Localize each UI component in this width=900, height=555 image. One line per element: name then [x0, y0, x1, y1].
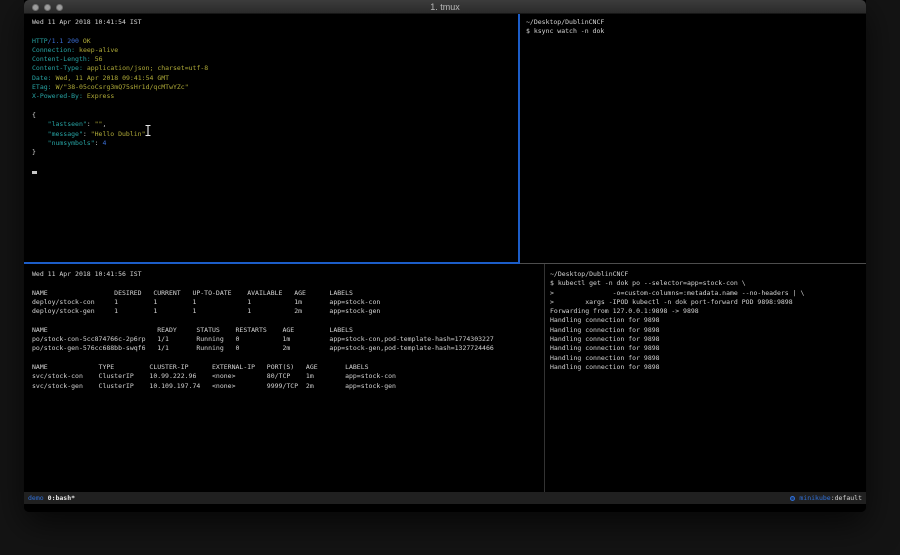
header-value: Wed, 11 Apr 2018 09:41:54 GMT: [56, 74, 170, 82]
http-status-line: HTTP/1.1 200 OK: [32, 37, 518, 46]
command-continuation: > xargs -IPOD kubectl -n dok port-forwar…: [550, 298, 866, 307]
kubernetes-helm-icon: [790, 496, 795, 501]
json-sep: :: [87, 120, 95, 128]
cwd-line: ~/Desktop/DublinCNCF: [550, 270, 866, 279]
http-header: X-Powered-By: Express: [32, 92, 518, 101]
mouse-ibeam-cursor: [144, 124, 152, 137]
http-reason: OK: [83, 37, 91, 45]
json-value: "Hello Dublin": [91, 130, 146, 138]
header-name: Content-Length:: [32, 55, 91, 63]
json-sep: :: [83, 130, 91, 138]
session-name: demo: [28, 492, 44, 504]
deploy-table-header: NAME DESIRED CURRENT UP-TO-DATE AVAILABL…: [32, 289, 544, 298]
pane-divider-vertical-bottom[interactable]: [544, 264, 545, 492]
pod-table-row: po/stock-con-5cc874766c-2p6rp 1/1 Runnin…: [32, 335, 544, 344]
http-proto: HTTP: [32, 37, 48, 45]
window-tab-bash[interactable]: 0:bash*: [48, 492, 75, 504]
tmux-status-bar: demo 0:bash* minikube:default: [24, 492, 866, 504]
handling-line: Handling connection for 9898: [550, 344, 866, 353]
blank-line: [32, 102, 518, 111]
pane-divider-horizontal[interactable]: [520, 263, 866, 264]
command-line: $ kubectl get -n dok po --selector=app=s…: [550, 279, 866, 288]
pane-port-forward[interactable]: ~/Desktop/DublinCNCF $ kubectl get -n do…: [545, 264, 866, 492]
json-key: "lastseen": [32, 120, 87, 128]
http-header: Content-Length: 56: [32, 55, 518, 64]
tmux-pane-area: Wed 11 Apr 2018 10:41:54 IST HTTP/1.1 20…: [24, 14, 866, 492]
header-name: Date:: [32, 74, 52, 82]
header-value: 56: [95, 55, 103, 63]
blank-line: [32, 157, 518, 166]
status-left: demo 0:bash*: [28, 492, 75, 504]
cwd-line: ~/Desktop/DublinCNCF: [526, 18, 866, 27]
json-key: "message": [32, 130, 83, 138]
window-title: 1. tmux: [430, 0, 460, 14]
http-header: Date: Wed, 11 Apr 2018 09:41:54 GMT: [32, 74, 518, 83]
terminal-window: 1. tmux Wed 11 Apr 2018 10:41:54 IST HTT…: [24, 0, 866, 512]
pane-divider-vertical-top[interactable]: [518, 14, 520, 262]
traffic-lights: [32, 0, 63, 14]
json-value: 4: [102, 139, 106, 147]
prompt-line: [32, 167, 518, 176]
blank-line: [32, 279, 544, 288]
handling-line: Handling connection for 9898: [550, 326, 866, 335]
pane-http-response[interactable]: Wed 11 Apr 2018 10:41:54 IST HTTP/1.1 20…: [24, 14, 518, 262]
json-key: "numsymbols": [32, 139, 95, 147]
pod-table-header: NAME READY STATUS RESTARTS AGE LABELS: [32, 326, 544, 335]
handling-line: Handling connection for 9898: [550, 363, 866, 372]
svc-table-row: svc/stock-gen ClusterIP 10.109.197.74 <n…: [32, 382, 544, 391]
json-line: "numsymbols": 4: [32, 139, 518, 148]
http-version-code: /1.1 200: [48, 37, 83, 45]
json-close-brace: }: [32, 148, 518, 157]
brace: }: [32, 148, 36, 156]
header-value: Express: [87, 92, 114, 100]
terminal-bottom-padding: [24, 504, 866, 512]
status-right: minikube:default: [790, 492, 862, 504]
header-value: W/"38-05coCsrg3mQ75sHr1d/qcMTwYZc": [56, 83, 189, 91]
terminal-cursor: [32, 171, 37, 174]
timestamp: Wed 11 Apr 2018 10:41:54 IST: [32, 18, 518, 27]
pane-ksync-watch[interactable]: ~/Desktop/DublinCNCF $ ksync watch -n do…: [520, 14, 866, 262]
json-comma: ,: [102, 120, 106, 128]
forwarding-line: Forwarding from 127.0.0.1:9898 -> 9898: [550, 307, 866, 316]
blank-line: [32, 354, 544, 363]
command-line: $ ksync watch -n dok: [526, 27, 866, 36]
close-button[interactable]: [32, 4, 39, 11]
pane-divider-horizontal-active[interactable]: [24, 262, 520, 264]
handling-line: Handling connection for 9898: [550, 335, 866, 344]
kube-context: minikube: [799, 492, 830, 504]
pane-kubectl-get[interactable]: Wed 11 Apr 2018 10:41:56 IST NAME DESIRE…: [24, 264, 544, 492]
json-open-brace: {: [32, 111, 518, 120]
http-header: Content-Type: application/json; charset=u…: [32, 64, 518, 73]
kube-namespace: :default: [831, 492, 862, 504]
json-line: "message": "Hello Dublin",: [32, 130, 518, 139]
handling-line: Handling connection for 9898: [550, 354, 866, 363]
header-name: Connection:: [32, 46, 75, 54]
zoom-button[interactable]: [56, 4, 63, 11]
json-line: "lastseen": "",: [32, 120, 518, 129]
timestamp: Wed 11 Apr 2018 10:41:56 IST: [32, 270, 544, 279]
http-header: Connection: keep-alive: [32, 46, 518, 55]
blank-line: [32, 316, 544, 325]
deploy-table-row: deploy/stock-con 1 1 1 1 1m app=stock-co…: [32, 298, 544, 307]
header-name: Content-Type:: [32, 64, 83, 72]
header-name: X-Powered-By:: [32, 92, 83, 100]
header-name: ETag:: [32, 83, 52, 91]
command-continuation: > -o=custom-columns=:metadata.name --no-…: [550, 289, 866, 298]
minimize-button[interactable]: [44, 4, 51, 11]
handling-line: Handling connection for 9898: [550, 316, 866, 325]
http-header: ETag: W/"38-05coCsrg3mQ75sHr1d/qcMTwYZc": [32, 83, 518, 92]
svc-table-row: svc/stock-con ClusterIP 10.99.222.96 <no…: [32, 372, 544, 381]
svc-table-header: NAME TYPE CLUSTER-IP EXTERNAL-IP PORT(S)…: [32, 363, 544, 372]
deploy-table-row: deploy/stock-gen 1 1 1 1 2m app=stock-ge…: [32, 307, 544, 316]
header-value: application/json; charset=utf-8: [87, 64, 208, 72]
header-value: keep-alive: [79, 46, 118, 54]
pod-table-row: po/stock-gen-576cc688bb-swqf6 1/1 Runnin…: [32, 344, 544, 353]
brace: {: [32, 111, 36, 119]
window-titlebar[interactable]: 1. tmux: [24, 0, 866, 14]
blank-line: [32, 27, 518, 36]
